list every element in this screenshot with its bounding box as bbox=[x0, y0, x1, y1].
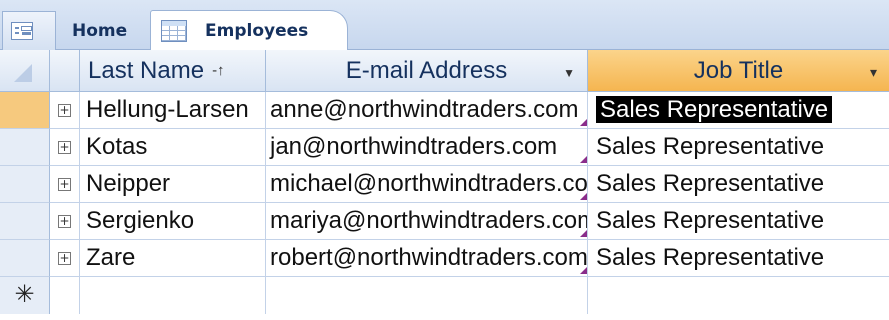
expand-cell: + bbox=[50, 92, 80, 129]
expand-plus-icon[interactable]: + bbox=[58, 141, 71, 154]
hyperlink-marker-icon bbox=[580, 156, 587, 163]
expand-cell: + bbox=[50, 240, 80, 277]
cell-last-name[interactable]: Neipper bbox=[80, 166, 266, 203]
table-row[interactable]: + Kotas jan@northwindtraders.com Sales R… bbox=[0, 129, 889, 166]
dropdown-arrow-icon[interactable]: ▼ bbox=[563, 66, 575, 80]
table-row[interactable]: + Neipper michael@northwindtraders.com S… bbox=[0, 166, 889, 203]
cell-last-name[interactable]: Sergienko bbox=[80, 203, 266, 240]
cell-job-title[interactable]: Sales Representative bbox=[588, 166, 889, 203]
expand-plus-icon[interactable]: + bbox=[58, 104, 71, 117]
cell-email-text: anne@northwindtraders.com bbox=[270, 96, 579, 123]
cell-job-title[interactable]: Sales Representative bbox=[588, 240, 889, 277]
tab-employees-label: Employees bbox=[205, 20, 309, 41]
column-header-last-name-label: Last Name bbox=[88, 56, 205, 84]
new-record-icon[interactable]: ✳ bbox=[0, 277, 50, 314]
record-selector[interactable] bbox=[0, 203, 50, 240]
cell-last-name[interactable]: Kotas bbox=[80, 129, 266, 166]
tab-employees[interactable]: Employees bbox=[150, 10, 348, 50]
column-header-email-label: E-mail Address bbox=[345, 56, 508, 84]
cell-email[interactable]: jan@northwindtraders.com bbox=[266, 129, 588, 166]
cell-last-name-new[interactable] bbox=[80, 277, 266, 314]
table-row[interactable]: + Hellung-Larsen anne@northwindtraders.c… bbox=[0, 92, 889, 129]
hyperlink-marker-icon bbox=[580, 230, 587, 237]
table-row[interactable]: + Zare robert@northwindtraders.com Sales… bbox=[0, 240, 889, 277]
new-record-row[interactable]: ✳ bbox=[0, 277, 889, 314]
cell-email-text: mariya@northwindtraders.com bbox=[270, 207, 588, 234]
expand-plus-icon[interactable]: + bbox=[58, 215, 71, 228]
cell-last-name[interactable]: Hellung-Larsen bbox=[80, 92, 266, 129]
expand-cell bbox=[50, 277, 80, 314]
table-row[interactable]: + Sergienko mariya@northwindtraders.com … bbox=[0, 203, 889, 240]
filter-icon[interactable]: ▾ bbox=[870, 64, 877, 81]
cell-email[interactable]: michael@northwindtraders.com bbox=[266, 166, 588, 203]
cell-email-text: michael@northwindtraders.com bbox=[270, 170, 588, 197]
cell-job-title[interactable]: Sales Representative bbox=[588, 92, 889, 129]
cell-email[interactable]: robert@northwindtraders.com bbox=[266, 240, 588, 277]
column-header-last-name[interactable]: Last Name -↑ bbox=[80, 50, 266, 92]
select-all-corner bbox=[14, 64, 32, 82]
cell-job-title-new[interactable] bbox=[588, 277, 889, 314]
form-icon bbox=[11, 22, 33, 40]
sort-ascending-icon[interactable]: -↑ bbox=[212, 62, 225, 79]
hyperlink-marker-icon bbox=[580, 193, 587, 200]
expand-cell: + bbox=[50, 129, 80, 166]
tab-home[interactable]: Home bbox=[72, 11, 127, 50]
cell-job-title-selected-text: Sales Representative bbox=[596, 96, 833, 123]
record-selector[interactable] bbox=[0, 166, 50, 203]
column-header-email[interactable]: E-mail Address ▼ bbox=[266, 50, 588, 92]
expand-column-header bbox=[50, 50, 80, 92]
cell-email-new[interactable] bbox=[266, 277, 588, 314]
cell-email[interactable]: mariya@northwindtraders.com bbox=[266, 203, 588, 240]
document-tab-strip: Home Employees bbox=[0, 0, 889, 50]
record-selector[interactable] bbox=[0, 129, 50, 166]
record-selector[interactable] bbox=[0, 92, 50, 129]
cell-job-title[interactable]: Sales Representative bbox=[588, 203, 889, 240]
cell-job-title[interactable]: Sales Representative bbox=[588, 129, 889, 166]
expand-plus-icon[interactable]: + bbox=[58, 178, 71, 191]
cell-email-text: jan@northwindtraders.com bbox=[270, 133, 558, 160]
cell-email[interactable]: anne@northwindtraders.com bbox=[266, 92, 588, 129]
expand-plus-icon[interactable]: + bbox=[58, 252, 71, 265]
hyperlink-marker-icon bbox=[580, 119, 587, 126]
navigation-pane-toggle[interactable] bbox=[2, 11, 56, 50]
table-icon bbox=[161, 19, 187, 42]
column-header-job-title[interactable]: Job Title ▾ bbox=[588, 50, 889, 92]
expand-cell: + bbox=[50, 203, 80, 240]
hyperlink-marker-icon bbox=[580, 267, 587, 274]
select-all-button[interactable] bbox=[0, 50, 50, 92]
column-header-job-title-label: Job Title bbox=[693, 56, 784, 84]
cell-last-name[interactable]: Zare bbox=[80, 240, 266, 277]
tab-home-label: Home bbox=[72, 20, 128, 41]
expand-cell: + bbox=[50, 166, 80, 203]
record-selector[interactable] bbox=[0, 240, 50, 277]
cell-email-text: robert@northwindtraders.com bbox=[270, 244, 588, 271]
